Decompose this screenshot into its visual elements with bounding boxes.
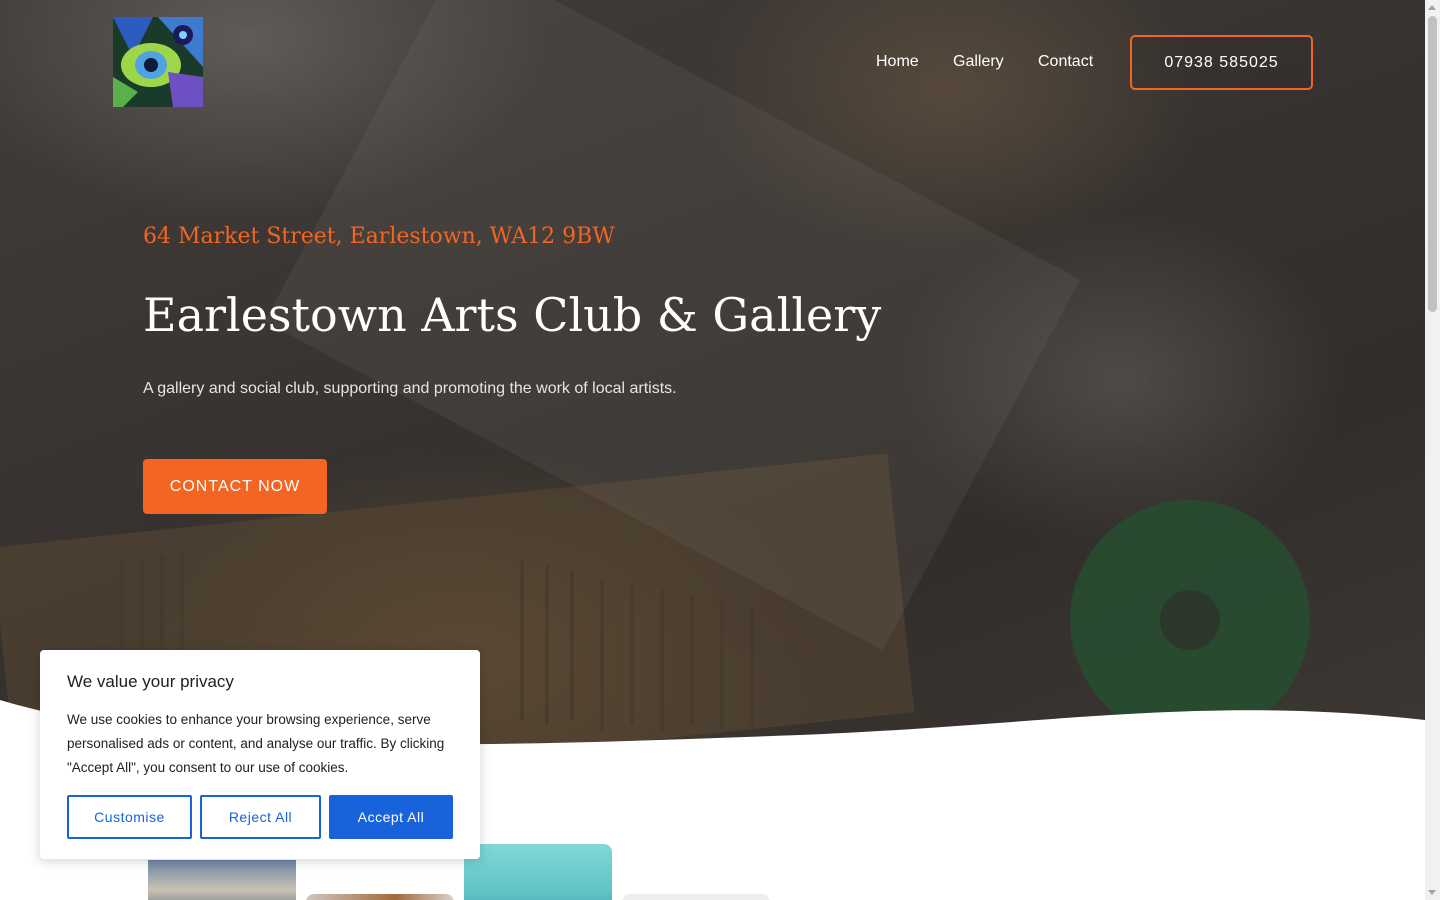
gallery-thumbnail[interactable]	[464, 844, 612, 900]
gallery-thumbnail[interactable]	[622, 894, 770, 900]
page-scrollbar[interactable]	[1425, 0, 1440, 900]
hero-subtitle: A gallery and social club, supporting an…	[143, 380, 677, 397]
cookie-banner-text: We use cookies to enhance your browsing …	[67, 712, 445, 775]
page: Home Gallery Contact 07938 585025 64 Mar…	[0, 0, 1440, 900]
reject-all-button[interactable]: Reject All	[200, 795, 321, 839]
contact-now-button[interactable]: CONTACT NOW	[143, 459, 327, 514]
chevron-up-icon[interactable]	[1428, 5, 1436, 10]
nav-contact-link[interactable]: Contact	[1038, 50, 1093, 74]
chevron-down-icon[interactable]	[1428, 890, 1436, 895]
nav-gallery-link[interactable]: Gallery	[953, 50, 1004, 74]
hero-section: Home Gallery Contact 07938 585025 64 Mar…	[0, 0, 1425, 760]
hero-address: 64 Market Street, Earlestown, WA12 9BW	[143, 224, 615, 249]
logo-art-icon	[113, 17, 203, 107]
hero-title: Earlestown Arts Club & Gallery	[143, 288, 882, 342]
nav-home-link[interactable]: Home	[876, 50, 919, 74]
customise-button[interactable]: Customise	[67, 795, 192, 839]
cookie-consent-banner: We value your privacy We use cookies to …	[40, 650, 480, 859]
phone-button[interactable]: 07938 585025	[1130, 35, 1313, 90]
scrollbar-thumb[interactable]	[1428, 16, 1437, 312]
gallery-thumbnail[interactable]	[306, 894, 454, 900]
accept-all-button[interactable]: Accept All	[329, 795, 453, 839]
site-logo[interactable]	[113, 17, 203, 107]
cookie-banner-title: We value your privacy	[67, 672, 234, 691]
gallery-thumbnail[interactable]	[148, 860, 296, 900]
